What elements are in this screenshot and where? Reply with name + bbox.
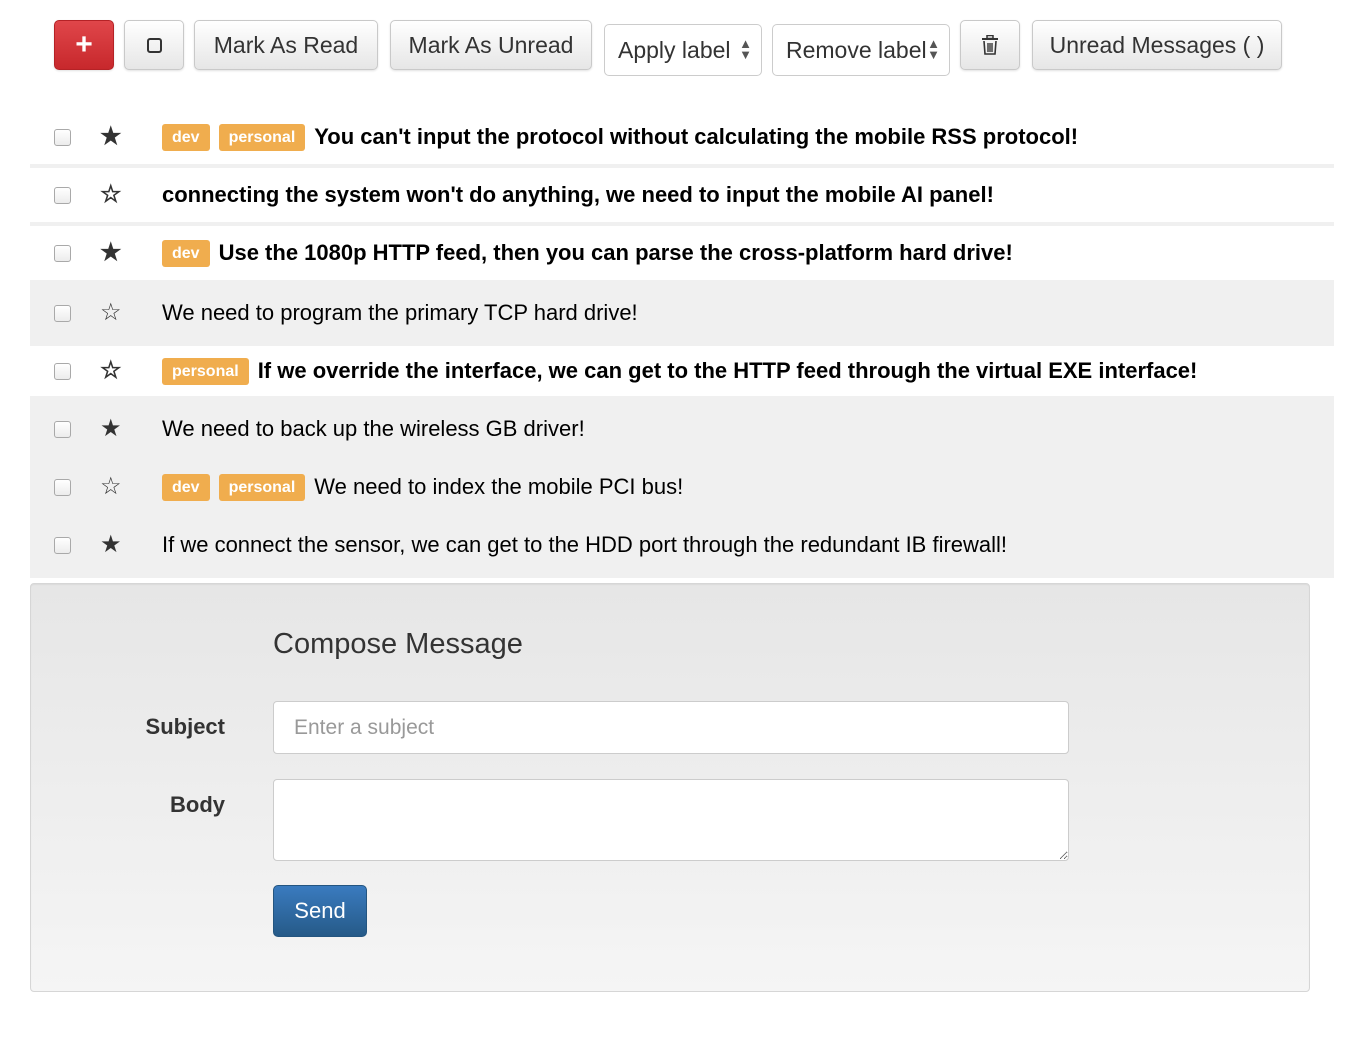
message-content: We need to program the primary TCP hard … <box>162 300 638 326</box>
message-row[interactable]: ☆ dev personal We need to index the mobile … <box>30 462 1334 516</box>
label-badge: personal <box>218 473 306 501</box>
message-row[interactable]: ☆ connecting the system won't do anything… <box>30 168 1334 226</box>
body-textarea[interactable] <box>273 779 1069 861</box>
message-row[interactable]: ★ If we connect the sensor, we can get to… <box>30 516 1334 578</box>
label-badge: dev <box>162 473 210 501</box>
remove-label-select[interactable]: Remove label ▲ ▼ <box>772 24 950 76</box>
message-row[interactable]: ★ dev Use the 1080p HTTP feed, then you ca… <box>30 226 1334 284</box>
body-label: Body <box>170 792 225 817</box>
unread-messages-button[interactable]: Unread Messages ( ) <box>1032 20 1282 70</box>
message-row[interactable]: ☆ We need to program the primary TCP hard… <box>30 284 1334 346</box>
message-row[interactable]: ★ dev personal You can't input the protocol… <box>30 110 1334 168</box>
message-content: personal If we override the interface, we… <box>162 357 1198 385</box>
message-list: ★ dev personal You can't input the protocol… <box>30 110 1334 578</box>
star-outline-icon[interactable]: ☆ <box>100 359 122 383</box>
compose-button[interactable]: + <box>54 20 114 70</box>
unread-messages-label: Unread Messages ( ) <box>1049 31 1265 58</box>
select-arrows-icon: ▲ ▼ <box>927 36 940 62</box>
message-row[interactable]: ☆ personal If we override the interface, w… <box>30 346 1334 400</box>
trash-icon <box>982 35 998 55</box>
mark-as-unread-button[interactable]: Mark As Unread <box>390 20 592 70</box>
mark-as-unread-label: Mark As Unread <box>408 31 574 58</box>
message-subject[interactable]: Use the 1080p HTTP feed, then you can pa… <box>219 240 1013 266</box>
compose-panel: Compose Message Subject Body Send <box>30 583 1310 992</box>
label-badge: personal <box>218 123 306 151</box>
checkbox-empty-icon <box>146 37 162 53</box>
message-subject[interactable]: You can't input the protocol without cal… <box>314 124 1078 150</box>
message-subject[interactable]: connecting the system won't do anything,… <box>162 182 994 208</box>
message-subject[interactable]: We need to program the primary TCP hard … <box>162 300 638 326</box>
label-badge: dev <box>162 239 210 267</box>
message-checkbox[interactable] <box>54 420 71 438</box>
star-outline-icon[interactable]: ☆ <box>100 183 122 207</box>
message-subject[interactable]: We need to back up the wireless GB drive… <box>162 416 585 442</box>
star-outline-icon[interactable]: ☆ <box>100 475 122 499</box>
remove-label-text: Remove label <box>786 36 927 63</box>
mark-as-read-button[interactable]: Mark As Read <box>194 20 378 70</box>
compose-title: Compose Message <box>273 628 523 660</box>
message-content: If we connect the sensor, we can get to … <box>162 532 1007 558</box>
select-all-button[interactable] <box>124 20 184 70</box>
star-filled-icon[interactable]: ★ <box>100 125 122 149</box>
message-row[interactable]: ★ We need to back up the wireless GB driv… <box>30 400 1334 462</box>
message-checkbox[interactable] <box>54 128 71 146</box>
subject-input[interactable] <box>273 701 1069 754</box>
subject-label: Subject <box>145 714 225 739</box>
label-badge: personal <box>162 357 249 385</box>
message-content: dev personal We need to index the mobile P… <box>162 473 683 501</box>
message-content: dev Use the 1080p HTTP feed, then you can… <box>162 239 1013 267</box>
message-checkbox[interactable] <box>54 478 71 496</box>
message-content: connecting the system won't do anything,… <box>162 182 994 208</box>
apply-label-text: Apply label <box>618 36 731 63</box>
send-button[interactable]: Send <box>273 885 367 937</box>
star-filled-icon[interactable]: ★ <box>100 417 122 441</box>
plus-icon: + <box>75 28 93 61</box>
select-arrows-icon: ▲ ▼ <box>739 36 752 62</box>
star-outline-icon[interactable]: ☆ <box>100 301 122 325</box>
star-filled-icon[interactable]: ★ <box>100 533 122 557</box>
message-checkbox[interactable] <box>54 362 71 380</box>
message-checkbox[interactable] <box>54 186 71 204</box>
message-subject[interactable]: If we connect the sensor, we can get to … <box>162 532 1007 558</box>
message-checkbox[interactable] <box>54 304 71 322</box>
message-subject[interactable]: We need to index the mobile PCI bus! <box>314 474 683 500</box>
apply-label-select[interactable]: Apply label ▲ ▼ <box>604 24 762 76</box>
message-checkbox[interactable] <box>54 536 71 554</box>
delete-button[interactable] <box>960 20 1020 70</box>
mark-as-read-label: Mark As Read <box>213 31 359 58</box>
message-content: dev personal You can't input the protocol … <box>162 123 1078 151</box>
label-badge: dev <box>162 123 210 151</box>
message-content: We need to back up the wireless GB drive… <box>162 416 585 442</box>
message-checkbox[interactable] <box>54 244 71 262</box>
star-filled-icon[interactable]: ★ <box>100 241 122 265</box>
message-subject[interactable]: If we override the interface, we can get… <box>258 358 1198 384</box>
